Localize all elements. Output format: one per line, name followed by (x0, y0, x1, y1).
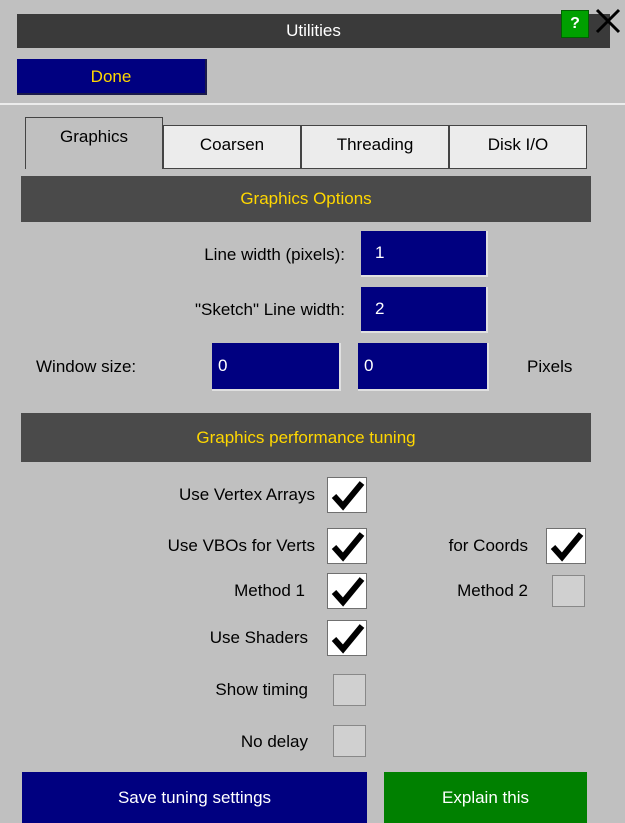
use-shaders-checkbox[interactable] (327, 620, 367, 656)
no-delay-label: No delay (240, 732, 308, 751)
window-size-y-input[interactable]: 0 (358, 343, 489, 391)
window-size-x-input[interactable]: 0 (212, 343, 341, 391)
method-1-label: Method 1 (234, 581, 305, 600)
for-coords-label: for Coords (448, 536, 528, 555)
method-2-label: Method 2 (457, 581, 528, 600)
tab-graphics[interactable]: Graphics (25, 117, 163, 169)
tab-threading[interactable]: Threading (301, 125, 449, 169)
divider (0, 103, 625, 105)
help-button[interactable]: ? (561, 10, 589, 38)
use-shaders-label: Use Shaders (209, 628, 308, 647)
window-size-label: Window size: (36, 357, 137, 376)
title-bar: Utilities (17, 14, 610, 48)
line-width-label: Line width (pixels): (204, 245, 345, 264)
show-timing-checkbox[interactable] (333, 674, 366, 706)
explain-this-button[interactable]: Explain this (384, 772, 587, 823)
done-button[interactable]: Done (17, 59, 207, 95)
close-icon[interactable] (591, 6, 625, 40)
checkmark-icon (331, 481, 365, 511)
tuning-heading: Graphics performance tuning (21, 413, 591, 462)
pixels-label: Pixels (527, 357, 573, 376)
save-tuning-settings-button[interactable]: Save tuning settings (22, 772, 367, 823)
checkmark-icon (331, 624, 365, 654)
line-width-input[interactable]: 1 (361, 231, 488, 277)
no-delay-checkbox[interactable] (333, 725, 366, 757)
show-timing-label: Show timing (215, 680, 308, 699)
sketch-line-width-label: "Sketch" Line width: (194, 300, 345, 319)
use-vbos-verts-label: Use VBOs for Verts (167, 536, 315, 555)
sketch-line-width-input[interactable]: 2 (361, 287, 488, 333)
checkmark-icon (331, 532, 365, 562)
use-vertex-arrays-checkbox[interactable] (327, 477, 367, 513)
tab-disk-io[interactable]: Disk I/O (449, 125, 587, 169)
checkmark-icon (331, 577, 365, 607)
window-title: Utilities (286, 21, 341, 40)
use-vertex-arrays-label: Use Vertex Arrays (178, 485, 315, 504)
tab-underline (163, 168, 587, 169)
use-vbos-verts-checkbox[interactable] (327, 528, 367, 564)
for-coords-checkbox[interactable] (546, 528, 586, 564)
checkmark-icon (550, 532, 584, 562)
graphics-options-heading: Graphics Options (21, 176, 591, 222)
method-1-checkbox[interactable] (327, 573, 367, 609)
method-2-checkbox[interactable] (552, 575, 585, 607)
tab-coarsen[interactable]: Coarsen (163, 125, 301, 169)
